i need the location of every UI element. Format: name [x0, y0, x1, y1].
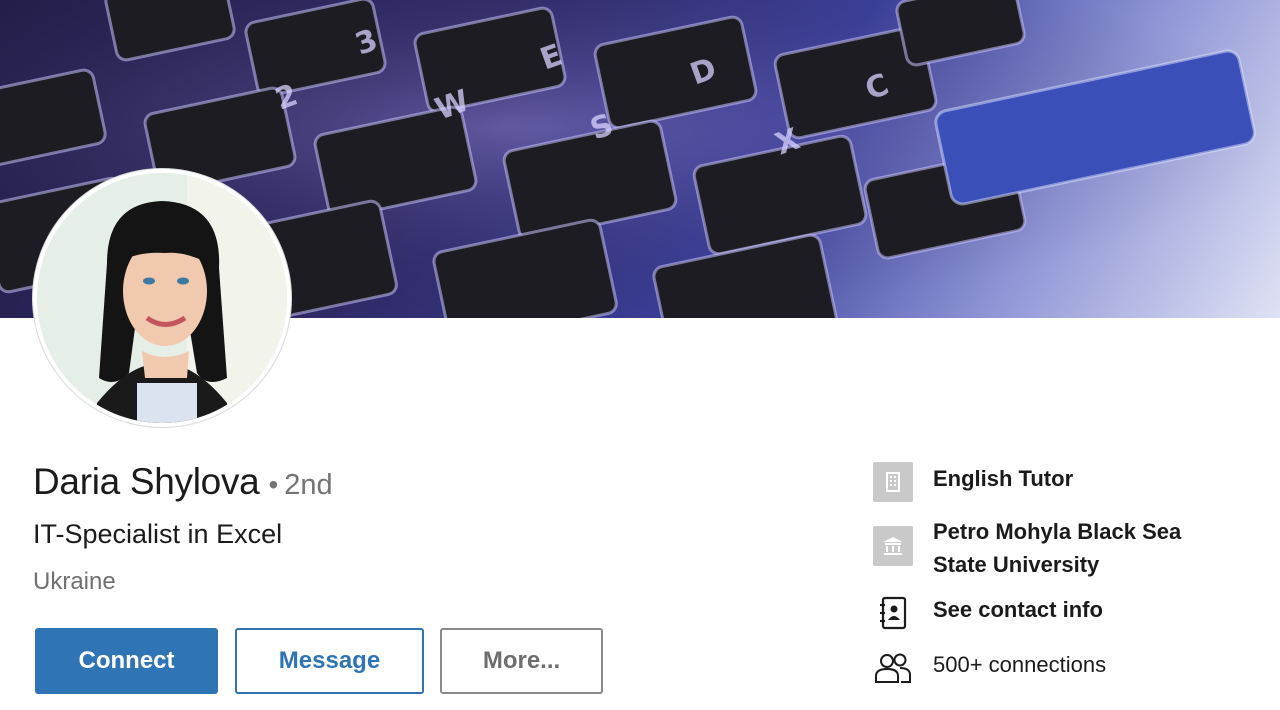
connection-degree: 2nd — [284, 469, 333, 501]
more-button[interactable]: More... — [440, 628, 603, 694]
profile-photo[interactable] — [33, 169, 291, 427]
school-name: Petro Mohyla Black Sea State University — [933, 515, 1181, 581]
message-button[interactable]: Message — [235, 628, 424, 694]
profile-photo-image — [37, 173, 287, 423]
see-contact-info-link[interactable]: See contact info — [873, 593, 1103, 633]
profile-name-line: Daria Shylova • 2nd — [33, 461, 333, 507]
degree-separator: • — [268, 469, 279, 500]
building-icon — [873, 462, 913, 502]
profile-location: Ukraine — [33, 568, 116, 595]
school-icon — [873, 526, 913, 566]
school-name-line1: Petro Mohyla Black Sea — [933, 519, 1182, 544]
profile-name: Daria Shylova — [33, 461, 260, 502]
people-icon — [873, 648, 913, 688]
education-school[interactable]: Petro Mohyla Black Sea State University — [873, 515, 1181, 581]
company-name: English Tutor — [933, 466, 1074, 491]
connections-label: 500+ connections — [933, 652, 1107, 677]
school-name-line2: State University — [933, 552, 1100, 577]
profile-headline: IT-Specialist in Excel — [33, 519, 283, 549]
connect-button[interactable]: Connect — [35, 628, 218, 694]
connections-count[interactable]: 500+ connections — [873, 648, 1106, 688]
current-company[interactable]: English Tutor — [873, 462, 1073, 502]
contact-card-icon — [873, 593, 913, 633]
contact-info-label: See contact info — [933, 597, 1103, 622]
